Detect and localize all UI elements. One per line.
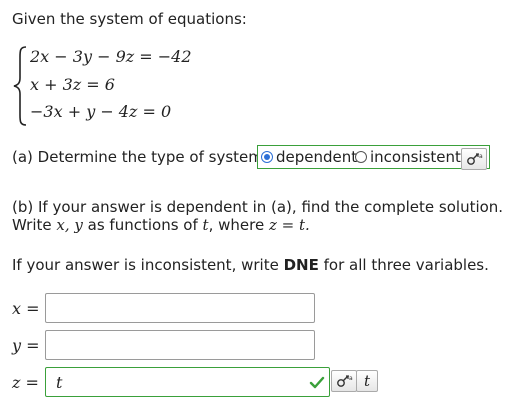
x-label: x = <box>12 299 40 318</box>
system-type-radio-group: dependent inconsistent <box>257 145 490 169</box>
z-input-value: t <box>56 373 63 392</box>
radio-option-dependent[interactable]: dependent <box>261 148 357 166</box>
insert-t-label: t <box>364 372 371 390</box>
svg-text:a: a <box>479 153 483 160</box>
radio-dependent-label: dependent <box>276 148 358 166</box>
system-brace <box>13 46 27 126</box>
equation-2: x + 3z = 6 <box>30 75 115 94</box>
line3-suffix: for all three variables. <box>323 256 489 274</box>
check-icon <box>309 376 325 389</box>
line2-vars: x, y <box>56 216 83 234</box>
y-label: y = <box>12 336 40 355</box>
z-label: z = <box>12 373 39 392</box>
math-tool-button-a[interactable]: a <box>461 148 487 170</box>
z-input[interactable]: t <box>45 367 330 397</box>
equation-3: −3x + y − 4z = 0 <box>30 102 172 121</box>
line2-eq: z = t. <box>268 216 310 234</box>
y-input[interactable] <box>45 330 315 360</box>
radio-option-inconsistent[interactable]: inconsistent <box>355 148 461 166</box>
equation-1: 2x − 3y − 9z = −42 <box>30 47 192 66</box>
part-a-prompt: (a) Determine the type of system: <box>12 148 268 166</box>
line2-where: , where <box>208 216 265 234</box>
part-b-line2: Write x, y as functions of t, where z = … <box>12 216 310 234</box>
radio-inconsistent-label: inconsistent <box>370 148 461 166</box>
radio-inconsistent-button[interactable] <box>355 151 367 163</box>
part-b-line3: If your answer is inconsistent, write DN… <box>12 256 489 274</box>
svg-text:a: a <box>349 375 353 382</box>
intro-text: Given the system of equations: <box>12 10 247 28</box>
math-tool-icon: a <box>337 375 353 387</box>
radio-dependent-button[interactable] <box>261 151 273 163</box>
insert-t-button[interactable]: t <box>356 370 378 392</box>
part-b-line1: (b) If your answer is dependent in (a), … <box>12 198 504 216</box>
math-tool-button-z[interactable]: a <box>331 370 357 392</box>
line2-mid: as functions of <box>87 216 198 234</box>
math-tool-icon: a <box>467 153 483 165</box>
x-input[interactable] <box>45 293 315 323</box>
line3-bold: DNE <box>283 256 319 274</box>
line2-prefix: Write <box>12 216 52 234</box>
line3-prefix: If your answer is inconsistent, write <box>12 256 279 274</box>
